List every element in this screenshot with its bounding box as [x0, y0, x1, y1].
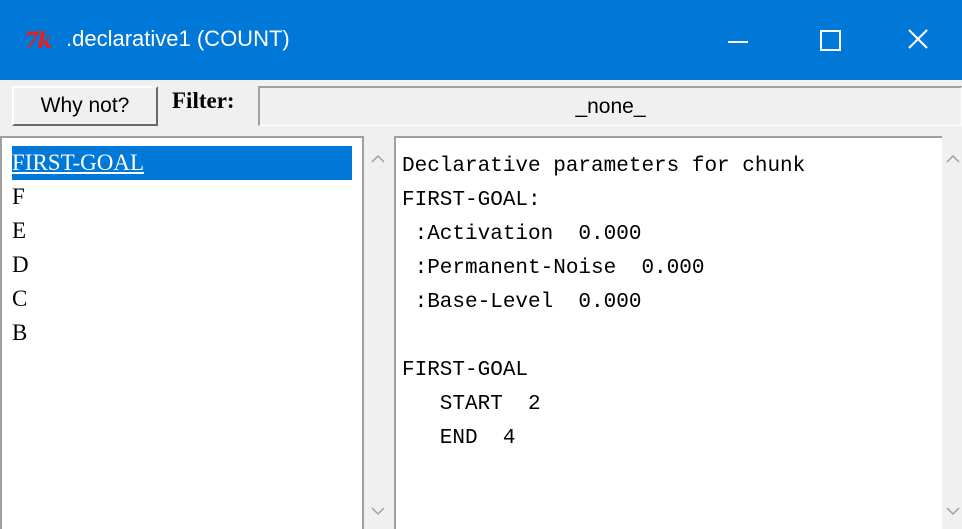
filter-field[interactable]: _none_: [258, 86, 962, 126]
chevron-down-icon[interactable]: [946, 506, 960, 516]
maximize-button[interactable]: [782, 0, 872, 80]
details-line: START 2: [402, 393, 541, 416]
title-bar[interactable]: 7k .declarative1 (COUNT): [0, 0, 962, 80]
chevron-up-icon[interactable]: [946, 154, 960, 164]
app-window: 7k .declarative1 (COUNT) Why not? Filter…: [0, 0, 962, 529]
list-scrollbar[interactable]: [364, 136, 392, 529]
chunk-listbox[interactable]: FIRST-GOAL F E D C B: [0, 136, 364, 529]
list-item-e[interactable]: E: [12, 214, 26, 248]
details-line: FIRST-GOAL:: [402, 189, 541, 212]
list-item-b[interactable]: B: [12, 316, 27, 350]
filter-label: Filter:: [172, 88, 235, 113]
details-line: FIRST-GOAL: [402, 359, 529, 382]
window-title: .declarative1 (COUNT): [66, 26, 290, 51]
maximize-icon: [820, 30, 841, 51]
close-button[interactable]: [872, 0, 962, 80]
details-line: :Base-Level 0.000: [402, 291, 642, 314]
details-line: :Permanent-Noise 0.000: [402, 257, 705, 280]
list-item-first-goal[interactable]: FIRST-GOAL: [12, 146, 352, 180]
chevron-up-icon[interactable]: [371, 154, 385, 164]
minimize-button[interactable]: [692, 0, 782, 80]
details-line: END 4: [402, 427, 516, 450]
list-item-c[interactable]: C: [12, 282, 27, 316]
why-not-button[interactable]: Why not?: [12, 86, 158, 126]
chevron-down-icon[interactable]: [371, 506, 385, 516]
details-scrollbar[interactable]: [942, 136, 962, 529]
minimize-icon: [728, 41, 748, 43]
details-line: Declarative parameters for chunk: [402, 155, 806, 178]
list-item-d[interactable]: D: [12, 248, 29, 282]
chunk-details-text[interactable]: Declarative parameters for chunk FIRST-G…: [394, 136, 942, 529]
close-icon: [908, 29, 928, 49]
tk-logo-icon: 7k: [24, 28, 53, 54]
list-item-f[interactable]: F: [12, 180, 25, 214]
details-line: :Activation 0.000: [402, 223, 642, 246]
